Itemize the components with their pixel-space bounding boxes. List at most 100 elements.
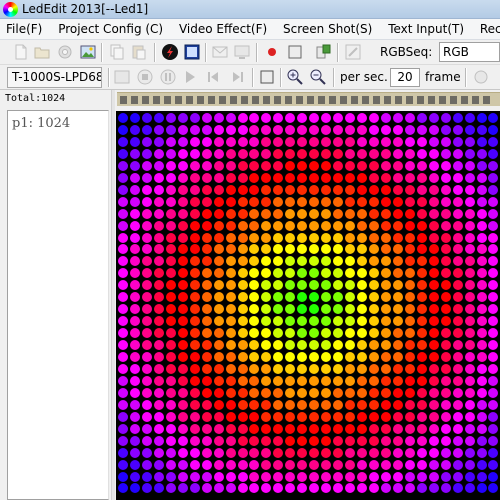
- led-pixel[interactable]: [428, 316, 439, 327]
- led-pixel[interactable]: [309, 292, 320, 303]
- led-pixel[interactable]: [357, 172, 367, 183]
- led-pixel[interactable]: [464, 196, 475, 207]
- led-pixel[interactable]: [428, 411, 439, 422]
- led-pixel[interactable]: [333, 471, 344, 482]
- led-pixel[interactable]: [201, 208, 212, 219]
- led-pixel[interactable]: [177, 208, 188, 219]
- led-pixel[interactable]: [201, 447, 212, 458]
- rgbseq-select[interactable]: RGB: [439, 42, 500, 62]
- led-pixel[interactable]: [321, 172, 332, 183]
- led-pixel[interactable]: [225, 280, 236, 291]
- led-pixel[interactable]: [129, 340, 140, 351]
- led-pixel[interactable]: [177, 148, 188, 159]
- led-pixel[interactable]: [273, 387, 284, 398]
- led-pixel[interactable]: [309, 483, 320, 494]
- led-pixel[interactable]: [261, 340, 272, 351]
- led-pixel[interactable]: [285, 352, 296, 362]
- led-pixel[interactable]: [464, 292, 475, 303]
- new-file-icon[interactable]: [12, 43, 30, 61]
- led-pixel[interactable]: [141, 328, 152, 339]
- led-pixel[interactable]: [380, 280, 391, 291]
- led-pixel[interactable]: [476, 196, 487, 207]
- led-pixel[interactable]: [321, 328, 332, 339]
- led-pixel[interactable]: [165, 363, 176, 374]
- led-pixel[interactable]: [261, 352, 272, 362]
- led-pixel[interactable]: [380, 340, 391, 351]
- led-pixel[interactable]: [153, 328, 164, 339]
- led-pixel[interactable]: [189, 304, 200, 315]
- led-pixel[interactable]: [404, 148, 415, 159]
- led-pixel[interactable]: [488, 459, 499, 470]
- led-pixel[interactable]: [321, 268, 332, 279]
- led-pixel[interactable]: [225, 124, 236, 135]
- led-pixel[interactable]: [225, 220, 236, 231]
- led-pixel[interactable]: [464, 256, 475, 267]
- led-pixel[interactable]: [428, 160, 439, 171]
- led-pixel[interactable]: [118, 483, 128, 494]
- led-pixel[interactable]: [273, 196, 284, 207]
- led-pixel[interactable]: [201, 352, 212, 362]
- led-pixel[interactable]: [380, 220, 391, 231]
- led-pixel[interactable]: [333, 292, 344, 303]
- timeline-cell[interactable]: [252, 96, 259, 104]
- led-pixel[interactable]: [488, 172, 499, 183]
- led-pixel[interactable]: [428, 447, 439, 458]
- led-pixel[interactable]: [237, 387, 248, 398]
- led-pixel[interactable]: [452, 184, 463, 195]
- led-pixel[interactable]: [488, 256, 499, 267]
- led-pixel[interactable]: [440, 160, 451, 171]
- led-pixel[interactable]: [404, 459, 415, 470]
- led-pixel[interactable]: [118, 244, 128, 255]
- led-pixel[interactable]: [380, 136, 391, 147]
- led-pixel[interactable]: [153, 387, 164, 398]
- led-pixel[interactable]: [297, 328, 308, 339]
- led-pixel[interactable]: [129, 232, 140, 243]
- led-pixel[interactable]: [177, 244, 188, 255]
- led-pixel[interactable]: [129, 375, 140, 386]
- led-pixel[interactable]: [357, 304, 367, 315]
- led-pixel[interactable]: [368, 411, 379, 422]
- led-pixel[interactable]: [452, 399, 463, 410]
- led-pixel[interactable]: [309, 244, 320, 255]
- led-pixel[interactable]: [297, 232, 308, 243]
- led-pixel[interactable]: [201, 459, 212, 470]
- led-pixel[interactable]: [452, 411, 463, 422]
- led-pixel[interactable]: [333, 423, 344, 434]
- led-pixel[interactable]: [118, 148, 128, 159]
- led-pixel[interactable]: [249, 363, 260, 374]
- skip-back-icon[interactable]: [204, 68, 222, 86]
- led-pixel[interactable]: [189, 399, 200, 410]
- led-pixel[interactable]: [464, 160, 475, 171]
- led-pixel[interactable]: [440, 256, 451, 267]
- led-pixel[interactable]: [141, 292, 152, 303]
- led-pixel[interactable]: [333, 459, 344, 470]
- led-pixel[interactable]: [118, 435, 128, 446]
- led-pixel[interactable]: [213, 447, 224, 458]
- led-pixel[interactable]: [213, 244, 224, 255]
- led-pixel[interactable]: [249, 136, 260, 147]
- led-pixel[interactable]: [452, 459, 463, 470]
- led-pixel[interactable]: [297, 316, 308, 327]
- led-pixel[interactable]: [177, 411, 188, 422]
- led-pixel[interactable]: [452, 220, 463, 231]
- led-pixel[interactable]: [404, 483, 415, 494]
- led-pixel[interactable]: [428, 113, 439, 123]
- led-pixel[interactable]: [404, 220, 415, 231]
- led-pixel[interactable]: [357, 483, 367, 494]
- led-pixel[interactable]: [189, 184, 200, 195]
- led-pixel[interactable]: [297, 340, 308, 351]
- led-pixel[interactable]: [440, 232, 451, 243]
- led-pixel[interactable]: [177, 184, 188, 195]
- led-pixel[interactable]: [297, 220, 308, 231]
- led-pixel[interactable]: [392, 328, 403, 339]
- led-pixel[interactable]: [392, 280, 403, 291]
- led-pixel[interactable]: [165, 435, 176, 446]
- led-pixel[interactable]: [189, 375, 200, 386]
- led-pixel[interactable]: [452, 447, 463, 458]
- led-pixel[interactable]: [141, 148, 152, 159]
- led-pixel[interactable]: [333, 435, 344, 446]
- led-pixel[interactable]: [297, 244, 308, 255]
- led-pixel[interactable]: [476, 268, 487, 279]
- led-pixel[interactable]: [213, 280, 224, 291]
- led-pixel[interactable]: [345, 459, 356, 470]
